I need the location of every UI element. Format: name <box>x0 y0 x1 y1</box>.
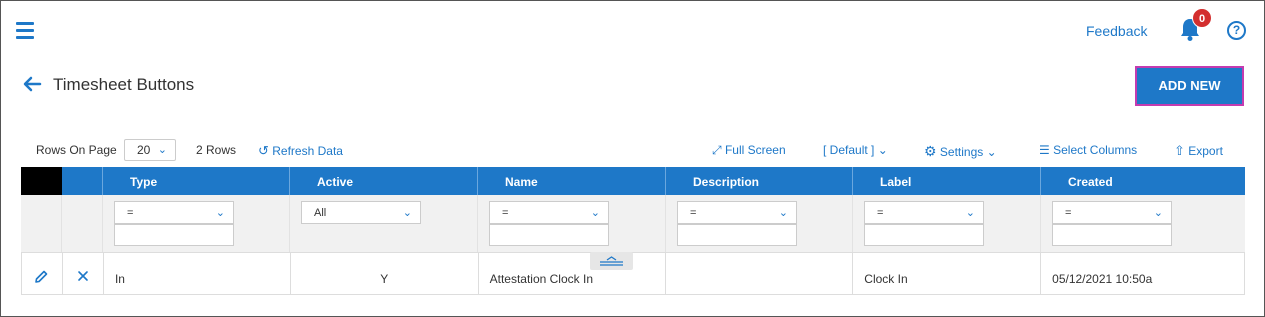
cell-active: Y <box>291 253 479 294</box>
filter-created-operator[interactable]: = ⌄ <box>1052 201 1172 224</box>
filter-description: = ⌄ <box>666 195 853 252</box>
filter-spacer <box>62 195 103 252</box>
columns-icon: ☰ <box>1039 143 1050 157</box>
rows-on-page-select[interactable]: 20 ⌄ <box>124 139 176 161</box>
filter-label-input[interactable] <box>864 224 984 246</box>
full-screen-label: Full Screen <box>724 143 786 157</box>
chevron-down-icon: ⌄ <box>157 144 167 156</box>
refresh-data-label: Refresh Data <box>272 144 343 158</box>
full-screen-button[interactable]: ⤢ Full Screen <box>712 143 786 158</box>
cell-created: 05/12/2021 10:50a <box>1041 253 1245 294</box>
chevron-down-icon: ⌄ <box>986 145 997 159</box>
edit-cell <box>22 253 63 294</box>
grid-filter-row: = ⌄ All ⌄ = ⌄ = ⌄ = ⌄ = ⌄ <box>21 195 1245 253</box>
column-header-label[interactable]: Label <box>853 167 1041 195</box>
export-icon: ⇧ <box>1174 143 1185 158</box>
back-arrow-icon[interactable] <box>22 76 42 92</box>
rows-on-page-label: Rows On Page <box>36 143 117 157</box>
view-label: [ Default ] <box>823 143 875 157</box>
cell-type: In <box>104 253 291 294</box>
notification-count-badge: 0 <box>1192 8 1212 28</box>
chevron-down-icon: ⌄ <box>590 207 600 219</box>
filter-name-operator[interactable]: = ⌄ <box>489 201 609 224</box>
grid-header-row: Type Active Name Description Label Creat… <box>21 167 1245 195</box>
settings-menu[interactable]: ⚙ Settings ⌄ <box>924 143 997 160</box>
chevron-down-icon: ⌄ <box>215 207 225 219</box>
chevron-down-icon: ⌄ <box>402 207 412 219</box>
collapse-icon <box>600 256 623 266</box>
help-icon[interactable]: ? <box>1227 21 1246 40</box>
column-header-name[interactable]: Name <box>478 167 666 195</box>
filter-created: = ⌄ <box>1041 195 1245 252</box>
close-icon[interactable] <box>76 269 90 283</box>
grid-header-actions <box>62 167 103 195</box>
pencil-icon[interactable] <box>33 269 49 285</box>
filter-label-operator-value: = <box>877 207 884 219</box>
rows-on-page-value: 20 <box>137 143 151 157</box>
filter-name: = ⌄ <box>478 195 666 252</box>
filter-created-operator-value: = <box>1065 207 1072 219</box>
cell-name: Attestation Clock In <box>479 253 667 294</box>
filter-type: = ⌄ <box>103 195 290 252</box>
filter-label: = ⌄ <box>853 195 1041 252</box>
settings-label: Settings <box>939 145 984 159</box>
filter-description-input[interactable] <box>677 224 797 246</box>
gear-icon: ⚙ <box>924 143 937 159</box>
filter-active-value: All <box>314 207 327 219</box>
column-header-description[interactable]: Description <box>666 167 853 195</box>
filter-description-operator-value: = <box>690 207 697 219</box>
filter-created-input[interactable] <box>1052 224 1172 246</box>
filter-label-operator[interactable]: = ⌄ <box>864 201 984 224</box>
filter-type-input[interactable] <box>114 224 234 246</box>
view-select[interactable]: [ Default ] ⌄ <box>823 143 888 157</box>
export-button[interactable]: ⇧ Export <box>1174 143 1223 159</box>
data-grid: Type Active Name Description Label Creat… <box>21 167 1245 295</box>
table-row: In Y Attestation Clock In Clock In 05/12… <box>21 253 1245 295</box>
menu-icon[interactable] <box>16 22 34 40</box>
filter-active: All ⌄ <box>290 195 478 252</box>
column-header-active[interactable]: Active <box>290 167 478 195</box>
select-columns-button[interactable]: ☰ Select Columns <box>1039 143 1137 157</box>
refresh-data-button[interactable]: ↺ Refresh Data <box>258 143 343 159</box>
chevron-down-icon: ⌄ <box>778 207 788 219</box>
expand-icon: ⤢ <box>712 143 722 157</box>
filter-type-operator-value: = <box>127 207 134 219</box>
cell-description <box>666 253 854 294</box>
add-new-button[interactable]: ADD NEW <box>1135 66 1244 106</box>
chevron-down-icon: ⌄ <box>1153 207 1163 219</box>
refresh-icon: ↺ <box>258 143 269 158</box>
row-count: 2 Rows <box>196 143 237 157</box>
column-header-type[interactable]: Type <box>103 167 290 195</box>
collapse-filter-button[interactable] <box>590 252 633 270</box>
filter-name-input[interactable] <box>489 224 609 246</box>
feedback-link[interactable]: Feedback <box>1086 23 1147 39</box>
grid-toolbar: Rows On Page 20 ⌄ 2 Rows ↺ Refresh Data … <box>0 139 1265 161</box>
delete-cell <box>63 253 104 294</box>
filter-name-operator-value: = <box>502 207 509 219</box>
filter-active-select[interactable]: All ⌄ <box>301 201 421 224</box>
filter-spacer <box>21 195 62 252</box>
export-label: Export <box>1188 144 1223 158</box>
column-header-created[interactable]: Created <box>1041 167 1245 195</box>
cell-label: Clock In <box>853 253 1042 294</box>
grid-header-corner <box>21 167 62 195</box>
select-columns-label: Select Columns <box>1053 143 1138 157</box>
chevron-down-icon: ⌄ <box>965 207 975 219</box>
chevron-down-icon: ⌄ <box>877 143 888 157</box>
filter-type-operator[interactable]: = ⌄ <box>114 201 234 224</box>
page-title: Timesheet Buttons <box>53 75 195 94</box>
filter-description-operator[interactable]: = ⌄ <box>677 201 797 224</box>
